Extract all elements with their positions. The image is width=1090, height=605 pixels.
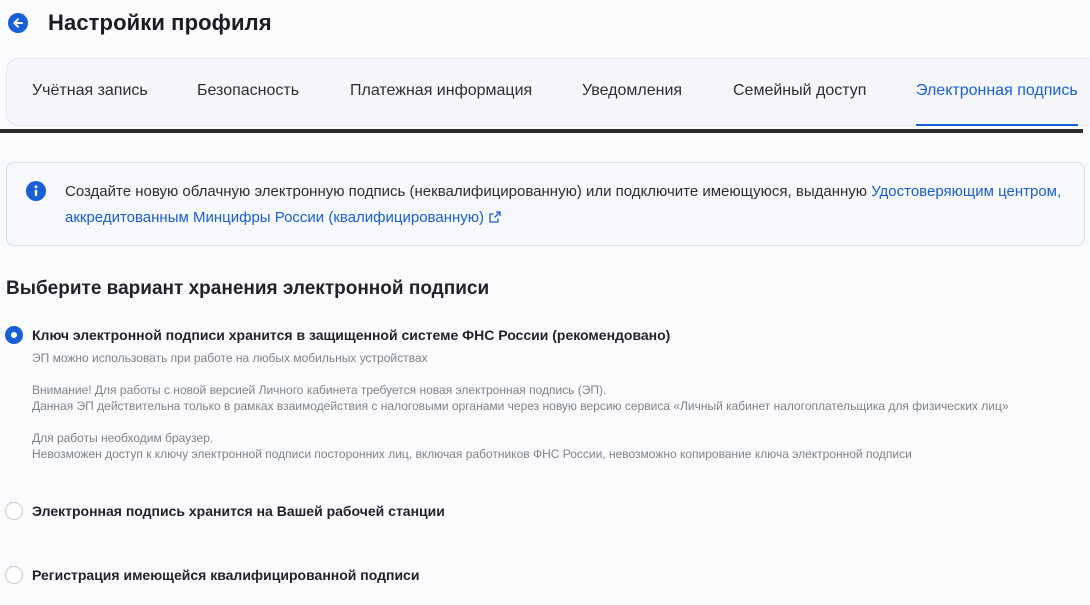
external-link-icon (489, 211, 501, 223)
tab-family-access[interactable]: Семейный доступ (733, 59, 866, 125)
page-header: Настройки профиля (8, 8, 272, 38)
radio-unchecked[interactable] (5, 502, 23, 520)
info-banner: Создайте новую облачную электронную подп… (6, 162, 1085, 246)
info-icon (26, 181, 46, 201)
page-title: Настройки профиля (48, 10, 272, 35)
option-label: Ключ электронной подписи хранится в защи… (32, 327, 671, 343)
option-description: Для работы необходим браузер. (32, 431, 214, 445)
tab-account[interactable]: Учётная запись (32, 59, 148, 125)
tabs-divider (0, 129, 1083, 133)
option-description: Невозможен доступ к ключу электронной по… (32, 447, 912, 461)
arrow-left-icon (13, 18, 23, 28)
option-description: Внимание! Для работы с новой версией Лич… (32, 383, 607, 397)
radio-checked[interactable] (5, 326, 23, 344)
info-message: Создайте новую облачную электронную подп… (65, 183, 872, 200)
option-register-qualified[interactable]: Регистрация имеющейся квалифицированной … (5, 566, 419, 584)
tab-electronic-signature[interactable]: Электронная подпись (916, 59, 1078, 126)
info-text: Создайте новую облачную электронную подп… (65, 179, 1077, 231)
option-label: Регистрация имеющейся квалифицированной … (32, 567, 420, 583)
back-button[interactable] (8, 13, 28, 33)
radio-unchecked[interactable] (5, 566, 23, 584)
option-description: ЭП можно использовать при работе на любы… (32, 351, 428, 365)
tab-payment-info[interactable]: Платежная информация (350, 59, 532, 125)
active-tab-indicator (916, 124, 1078, 126)
tabs-bar: Учётная запись Безопасность Платежная ин… (6, 58, 1090, 126)
option-workstation-storage[interactable]: Электронная подпись хранится на Вашей ра… (5, 502, 445, 520)
tab-security[interactable]: Безопасность (197, 59, 299, 125)
section-title: Выберите вариант хранения электронной по… (6, 278, 490, 299)
option-label: Электронная подпись хранится на Вашей ра… (32, 503, 445, 519)
option-description: Данная ЭП действительна только в рамках … (32, 399, 1009, 413)
tab-notifications[interactable]: Уведомления (582, 59, 682, 125)
option-fns-storage[interactable]: Ключ электронной подписи хранится в защи… (5, 326, 670, 344)
tab-label: Электронная подпись (916, 82, 1078, 99)
